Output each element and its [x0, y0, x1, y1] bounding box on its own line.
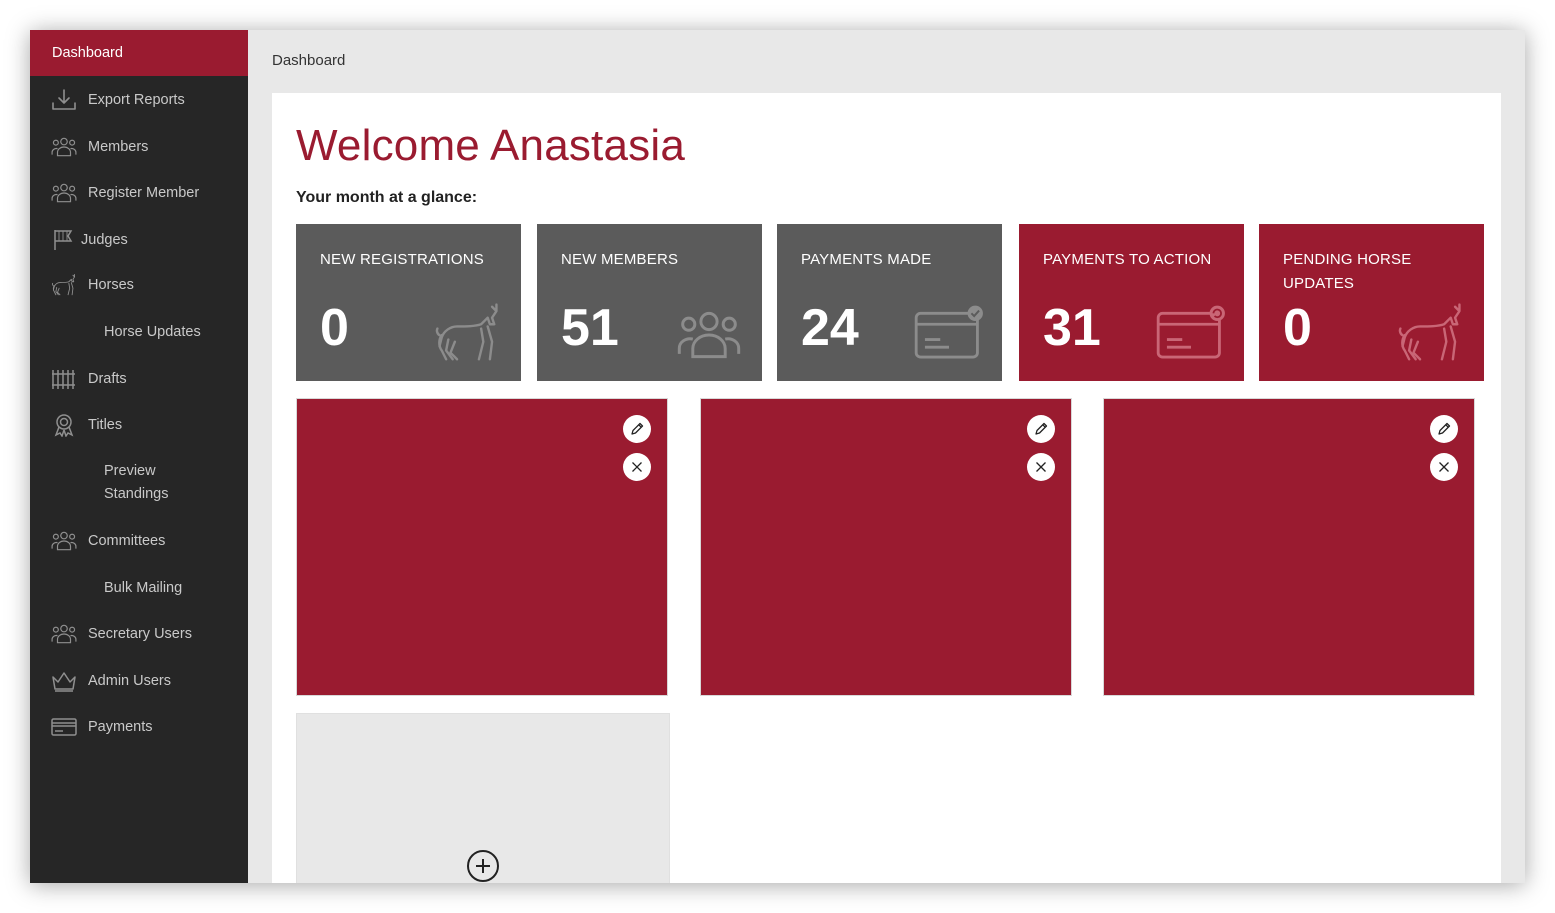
- sidebar-item-label: Bulk Mailing: [104, 579, 183, 596]
- remove-widget-button[interactable]: [1027, 453, 1055, 481]
- sidebar-item-secretary-users[interactable]: Secretary Users: [30, 620, 248, 648]
- dashboard-widget: [700, 398, 1072, 696]
- dashboard-widget: [1103, 398, 1475, 696]
- stat-value: 0: [320, 299, 349, 357]
- close-icon: [1036, 462, 1046, 472]
- card-check-icon: [914, 302, 984, 364]
- crown-icon: [51, 669, 77, 693]
- sidebar-item-committees[interactable]: Committees: [30, 527, 248, 555]
- stat-value: 0: [1283, 299, 1312, 357]
- sidebar-item-label: Committees: [88, 532, 166, 549]
- flag-icon: [51, 228, 77, 252]
- stat-card-pending-horse-updates[interactable]: PENDING HORSE UPDATES 0: [1259, 224, 1484, 381]
- sidebar: Dashboard Export Reports Members Registe…: [30, 30, 248, 883]
- sidebar-item-members[interactable]: Members: [30, 133, 248, 161]
- sidebar-item-label: Members: [88, 138, 149, 155]
- edit-widget-button[interactable]: [1430, 415, 1458, 443]
- dashboard-panel: Welcome Anastasia Your month at a glance…: [272, 93, 1501, 883]
- sidebar-item-label: Dashboard: [52, 44, 123, 61]
- sidebar-item-horses[interactable]: Horses: [30, 271, 248, 299]
- stat-value: 31: [1043, 299, 1101, 357]
- remove-widget-button[interactable]: [623, 453, 651, 481]
- users-icon: [51, 135, 77, 159]
- credit-card-icon: [51, 715, 77, 739]
- sidebar-item-admin-users[interactable]: Admin Users: [30, 667, 248, 695]
- fence-icon: [51, 367, 77, 391]
- pencil-icon: [631, 422, 644, 435]
- pencil-icon: [1035, 422, 1048, 435]
- sidebar-item-label: Register Member: [88, 184, 200, 201]
- sidebar-item-label: Payments: [88, 718, 153, 735]
- stat-card-payments-to-action[interactable]: PAYMENTS TO ACTION 31: [1019, 224, 1244, 381]
- sidebar-item-export-reports[interactable]: Export Reports: [30, 86, 248, 114]
- stat-value: 24: [801, 299, 859, 357]
- sidebar-item-label: Secretary Users: [88, 625, 192, 642]
- stat-title: NEW MEMBERS: [561, 251, 679, 268]
- users-icon: [51, 622, 77, 646]
- sidebar-item-drafts[interactable]: Drafts: [30, 365, 248, 393]
- page-title: Welcome Anastasia: [296, 121, 686, 170]
- stat-title: PAYMENTS TO ACTION: [1043, 251, 1212, 268]
- horse-icon: [51, 273, 77, 297]
- sidebar-item-register-member[interactable]: Register Member: [30, 179, 248, 207]
- add-widget-panel: [296, 713, 670, 883]
- users-icon: [674, 308, 744, 362]
- sidebar-item-label: Admin Users: [88, 672, 171, 689]
- sidebar-item-horse-updates[interactable]: Horse Updates: [30, 318, 248, 346]
- pencil-icon: [1438, 422, 1451, 435]
- stat-card-new-members[interactable]: NEW MEMBERS 51: [537, 224, 762, 381]
- horse-icon: [1396, 302, 1466, 364]
- breadcrumb: Dashboard: [272, 52, 346, 69]
- edit-widget-button[interactable]: [623, 415, 651, 443]
- glance-heading: Your month at a glance:: [296, 189, 478, 206]
- stat-title: PENDING HORSE UPDATES: [1283, 251, 1412, 292]
- sidebar-item-dashboard[interactable]: Dashboard: [30, 30, 248, 76]
- card-refresh-icon: [1156, 302, 1226, 364]
- dashboard-widget: [296, 398, 668, 696]
- sidebar-item-payments[interactable]: Payments: [30, 713, 248, 741]
- plus-circle-icon: [467, 850, 499, 882]
- stat-value: 51: [561, 299, 619, 357]
- close-icon: [1439, 462, 1449, 472]
- stat-title: PAYMENTS MADE: [801, 251, 932, 268]
- sidebar-item-label: Export Reports: [88, 91, 185, 108]
- add-widget-button[interactable]: [466, 849, 500, 883]
- stat-title: NEW REGISTRATIONS: [320, 251, 484, 268]
- stat-card-new-registrations[interactable]: NEW REGISTRATIONS 0: [296, 224, 521, 381]
- edit-widget-button[interactable]: [1027, 415, 1055, 443]
- stat-card-payments-made[interactable]: PAYMENTS MADE 24: [777, 224, 1002, 381]
- sidebar-item-label: Horses: [88, 276, 134, 293]
- sidebar-item-label: Horse Updates: [104, 323, 201, 340]
- sidebar-item-label: Judges: [81, 231, 128, 248]
- award-icon: [51, 413, 77, 438]
- sidebar-item-label: Titles: [88, 416, 123, 433]
- close-icon: [632, 462, 642, 472]
- remove-widget-button[interactable]: [1430, 453, 1458, 481]
- users-icon: [51, 181, 77, 205]
- download-icon: [51, 88, 77, 112]
- sidebar-item-titles[interactable]: Titles: [30, 411, 248, 439]
- users-icon: [51, 529, 77, 553]
- app-window: Dashboard Export Reports Members Registe…: [30, 30, 1525, 883]
- sidebar-item-judges[interactable]: Judges: [30, 226, 248, 254]
- sidebar-item-label: Drafts: [88, 370, 127, 387]
- sidebar-item-preview-standings[interactable]: Preview Standings: [30, 460, 248, 508]
- horse-icon: [433, 302, 503, 364]
- sidebar-item-bulk-mailing[interactable]: Bulk Mailing: [30, 574, 248, 602]
- sidebar-item-label: Preview Standings: [104, 463, 169, 502]
